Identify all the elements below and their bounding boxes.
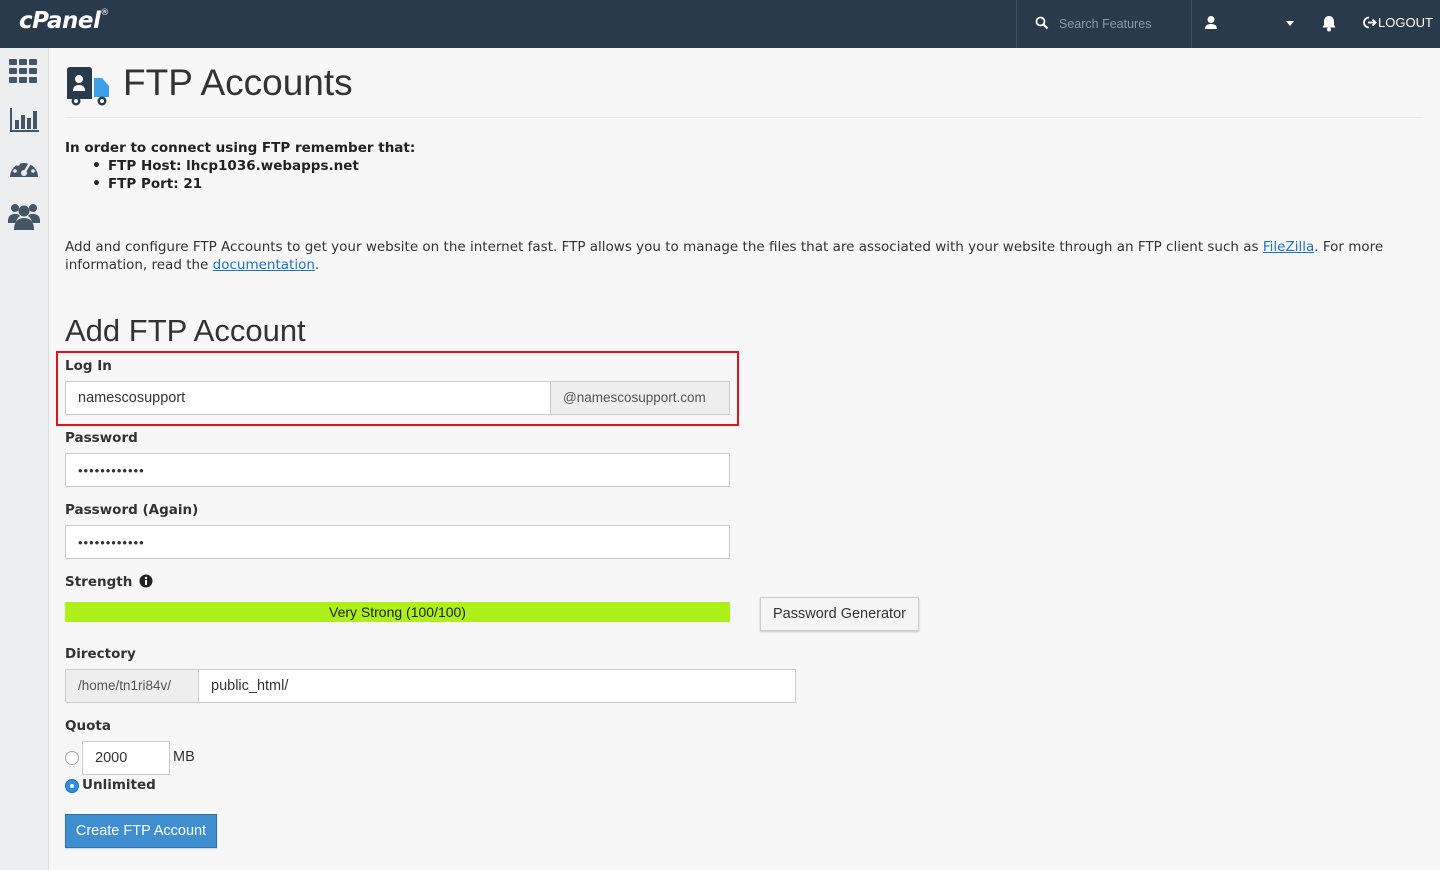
- directory-label: Directory: [65, 646, 136, 662]
- quota-input[interactable]: [82, 741, 170, 775]
- chevron-down-icon: [1286, 21, 1294, 26]
- quota-unit: MB: [173, 749, 195, 765]
- page-title: FTP Accounts: [123, 62, 353, 103]
- sidebar-item-home[interactable]: [8, 58, 41, 90]
- notice-heading: In order to connect using FTP remember t…: [65, 140, 416, 156]
- cpanel-logo[interactable]: cPanel®: [19, 8, 109, 34]
- directory-prefix-addon: /home/tn1ri84v/: [65, 669, 199, 703]
- logout-icon: [1363, 16, 1377, 33]
- unlimited-label[interactable]: Unlimited: [82, 777, 156, 793]
- intro-text: Add and configure FTP Accounts to get yo…: [65, 239, 1384, 273]
- password-label: Password: [65, 430, 138, 446]
- ftp-truck-icon: [65, 66, 111, 112]
- dashboard-gauge-icon: [10, 159, 38, 177]
- users-icon: [8, 204, 40, 230]
- bar-chart-icon: [10, 108, 39, 132]
- directory-input[interactable]: [198, 669, 796, 703]
- search-icon: [1035, 16, 1049, 34]
- password-input[interactable]: [65, 453, 730, 487]
- login-domain-addon: @namescosupport.com: [550, 381, 730, 415]
- ftp-port: FTP Port: 21: [92, 175, 415, 193]
- quota-unlimited-radio[interactable]: [65, 779, 79, 793]
- bell-icon: [1321, 15, 1337, 36]
- password-generator-button[interactable]: Password Generator: [760, 597, 919, 631]
- login-label: Log In: [65, 358, 112, 374]
- sidebar-item-statistics[interactable]: [8, 106, 41, 138]
- logout-label: LOGOUT: [1378, 15, 1433, 30]
- password-again-input[interactable]: [65, 525, 730, 559]
- sidebar-item-dashboard[interactable]: [8, 155, 41, 187]
- sidebar: [0, 48, 49, 870]
- section-title: Add FTP Account: [65, 313, 306, 348]
- login-input[interactable]: [65, 381, 551, 415]
- create-ftp-account-button[interactable]: Create FTP Account: [65, 814, 217, 848]
- ftp-host: FTP Host: lhcp1036.webapps.net: [92, 157, 415, 175]
- info-icon[interactable]: [139, 574, 153, 592]
- sidebar-item-users[interactable]: [8, 201, 41, 233]
- password-again-label: Password (Again): [65, 502, 199, 518]
- quota-label: Quota: [65, 718, 111, 734]
- search-features: [1017, 0, 1191, 48]
- page-header: FTP Accounts: [65, 62, 1423, 118]
- password-strength-meter: Very Strong (100/100): [65, 602, 730, 622]
- grid-icon: [9, 59, 37, 83]
- user-menu-button[interactable]: [1192, 0, 1306, 48]
- top-navbar: cPanel® LOGOUT: [0, 0, 1440, 48]
- documentation-link[interactable]: documentation: [213, 257, 315, 273]
- strength-label: Strength: [65, 574, 153, 592]
- logout-button[interactable]: LOGOUT: [1352, 0, 1440, 48]
- user-icon: [1204, 15, 1218, 35]
- filezilla-link[interactable]: FileZilla: [1263, 239, 1314, 255]
- quota-limited-radio[interactable]: [65, 751, 79, 765]
- search-input[interactable]: [1059, 13, 1179, 35]
- notifications-button[interactable]: [1310, 0, 1350, 48]
- ftp-connection-notice: In order to connect using FTP remember t…: [65, 139, 415, 193]
